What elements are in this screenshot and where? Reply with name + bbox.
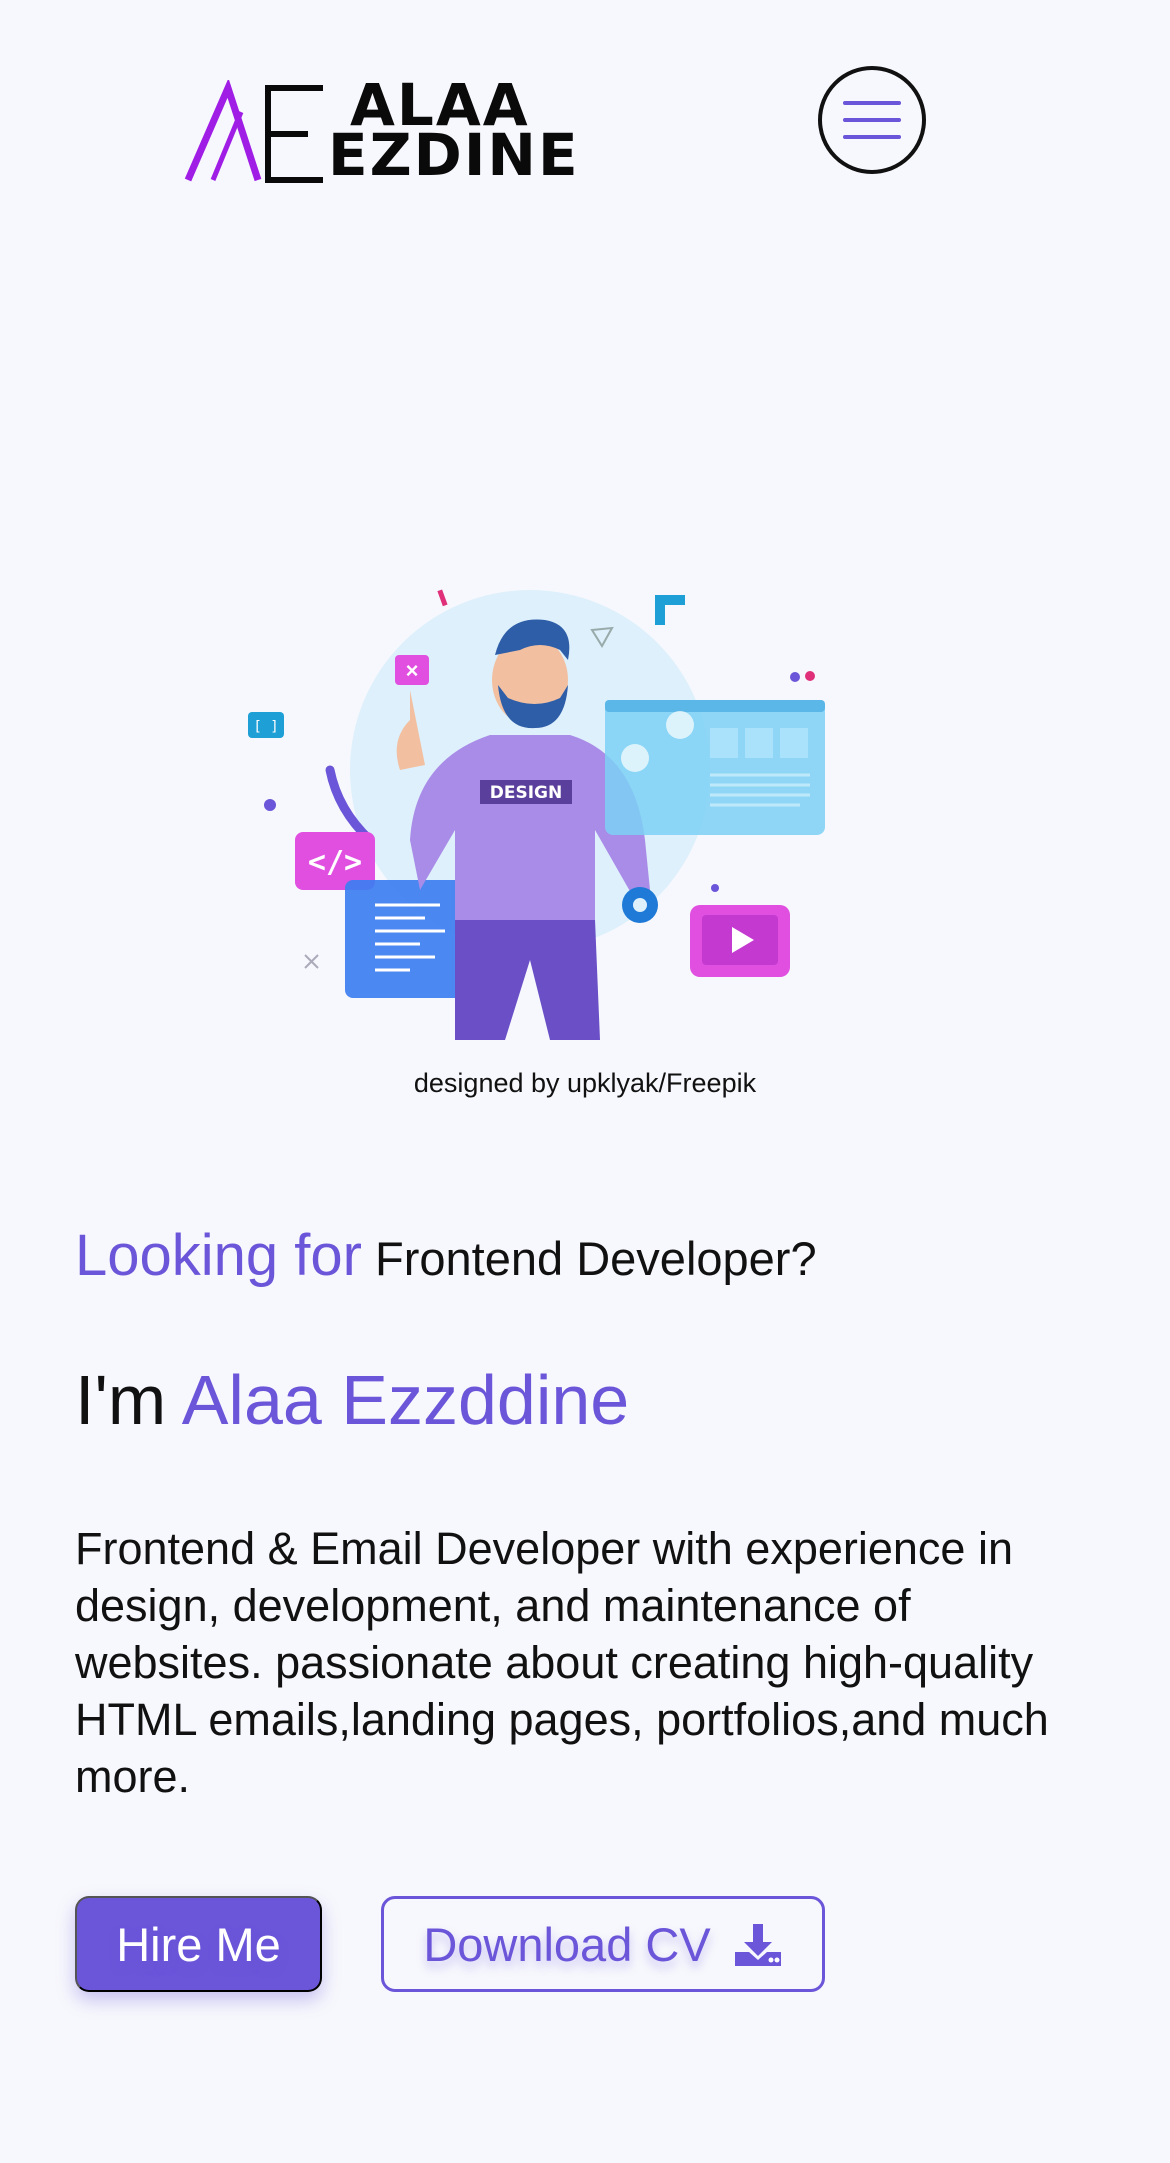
- hire-me-button[interactable]: Hire Me: [75, 1896, 322, 1992]
- site-header: ALAA EZDINE: [0, 0, 1170, 230]
- svg-text:[ ]: [ ]: [253, 719, 278, 735]
- hero-illustration: [ ] </> DESIGN ×: [240, 570, 840, 1050]
- logo-text: ALAA EZDINE: [328, 76, 580, 189]
- hamburger-menu-icon-bar: [843, 135, 901, 139]
- svg-text:×: ×: [406, 658, 419, 683]
- looking-for-heading: Looking for Frontend Developer?: [75, 1222, 817, 1289]
- download-icon: [734, 1924, 781, 1966]
- bio-paragraph: Frontend & Email Developer with experien…: [75, 1523, 1049, 1802]
- logo[interactable]: ALAA EZDINE: [183, 76, 578, 190]
- name-heading: I'm Alaa Ezzddine: [75, 1360, 629, 1440]
- hire-me-label: Hire Me: [116, 1917, 281, 1971]
- logo-monogram: [184, 78, 323, 183]
- looking-rest: Frontend Developer?: [375, 1232, 817, 1285]
- svg-text:</>: </>: [308, 845, 362, 880]
- hamburger-menu-icon-bar: [843, 118, 901, 122]
- developer-illustration: [ ] </> DESIGN ×: [248, 589, 825, 1040]
- illustration-credit: designed by upklyak/Freepik: [413, 1068, 757, 1098]
- hamburger-menu-button[interactable]: [818, 66, 926, 174]
- hamburger-menu-icon: [843, 101, 901, 105]
- logo-line-2: EZDINE: [328, 121, 580, 189]
- illustration-badge: DESIGN: [490, 783, 562, 803]
- im-prefix: I'm: [75, 1361, 167, 1439]
- looking-accent: Looking for: [75, 1223, 362, 1288]
- developer-name: Alaa Ezzddine: [181, 1361, 630, 1439]
- download-cv-button[interactable]: Download CV: [381, 1896, 825, 1992]
- download-cv-label: Download CV: [423, 1917, 711, 1971]
